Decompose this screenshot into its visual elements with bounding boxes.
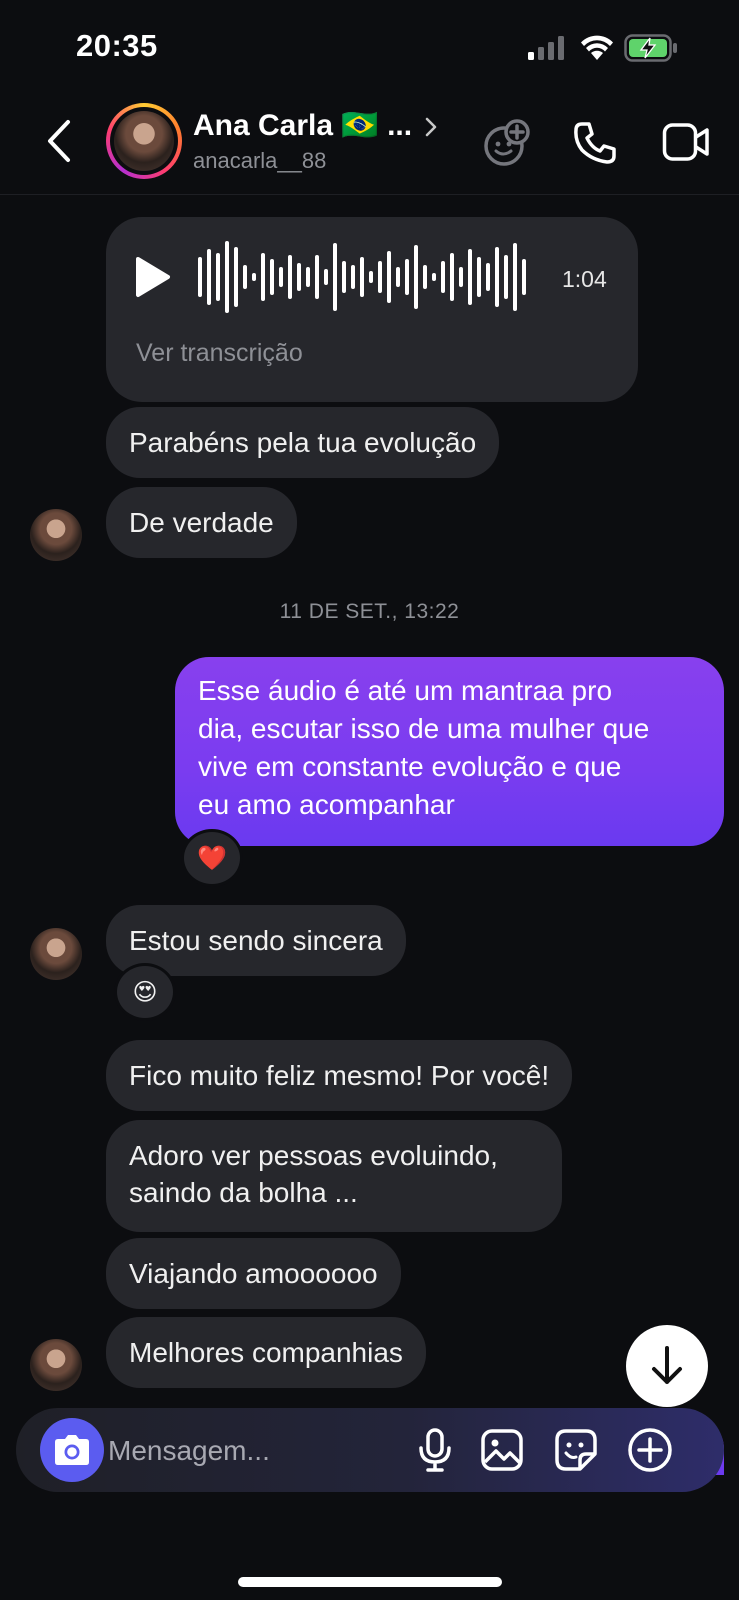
scroll-to-bottom-button[interactable]	[626, 1325, 708, 1407]
message-incoming[interactable]: Melhores companhias	[106, 1317, 426, 1388]
message-line: vive em constante evolução e que	[198, 751, 622, 782]
message-composer	[16, 1408, 724, 1492]
signal-icon	[528, 36, 564, 60]
arrow-down-icon	[652, 1346, 682, 1384]
audio-waveform[interactable]	[196, 239, 546, 315]
profile-chevron-icon[interactable]	[424, 116, 438, 138]
wifi-icon	[581, 35, 613, 60]
sticker-icon[interactable]	[554, 1428, 598, 1472]
sender-avatar[interactable]	[30, 1339, 82, 1391]
phone-icon[interactable]	[572, 120, 618, 166]
audio-message[interactable]: 1:04 Ver transcrição	[106, 217, 638, 402]
profile-avatar[interactable]	[106, 103, 182, 179]
gallery-icon[interactable]	[480, 1428, 524, 1472]
back-icon[interactable]	[44, 118, 74, 164]
sender-avatar[interactable]	[30, 509, 82, 561]
home-indicator[interactable]	[238, 1577, 502, 1587]
message-line: dia, escutar isso de uma mulher que	[198, 713, 650, 744]
camera-icon	[55, 1435, 89, 1465]
status-time: 20:35	[76, 28, 158, 63]
message-outgoing[interactable]: Esse áudio é até um mantraa pro dia, esc…	[175, 657, 724, 846]
avatar-game-icon[interactable]	[482, 118, 532, 168]
message-line: eu amo acompanhar	[198, 789, 455, 820]
message-incoming[interactable]: Adoro ver pessoas evoluindo, saindo da b…	[106, 1120, 562, 1232]
transcription-link[interactable]: Ver transcrição	[136, 335, 303, 372]
battery-icon	[624, 34, 677, 62]
camera-button[interactable]	[40, 1418, 104, 1482]
plus-icon[interactable]	[626, 1426, 674, 1474]
header-divider	[0, 194, 739, 195]
contact-name[interactable]: Ana Carla 🇧🇷 ...	[193, 108, 412, 143]
message-incoming[interactable]: Parabéns pela tua evolução	[106, 407, 500, 478]
contact-handle[interactable]: anacarla__88	[193, 148, 326, 174]
microphone-icon[interactable]	[418, 1428, 452, 1472]
audio-duration: 1:04	[562, 266, 607, 292]
date-separator: 11 DE SET., 13:22	[279, 600, 460, 623]
sender-avatar[interactable]	[30, 928, 82, 980]
message-input[interactable]	[106, 1430, 390, 1472]
message-incoming[interactable]: Fico muito feliz mesmo! Por você!	[106, 1040, 573, 1111]
heart-eyes-reaction[interactable]: 😍	[114, 963, 176, 1021]
message-incoming[interactable]: De verdade	[106, 487, 297, 558]
message-line: Esse áudio é até um mantraa pro	[198, 675, 613, 706]
video-icon[interactable]	[662, 122, 710, 162]
message-incoming[interactable]: Viajando amoooooo	[106, 1238, 401, 1309]
play-icon[interactable]	[132, 255, 172, 299]
message-line: saindo da bolha ...	[129, 1177, 358, 1208]
message-line: Adoro ver pessoas evoluindo,	[129, 1140, 498, 1171]
heart-reaction[interactable]: ❤️	[181, 829, 243, 887]
